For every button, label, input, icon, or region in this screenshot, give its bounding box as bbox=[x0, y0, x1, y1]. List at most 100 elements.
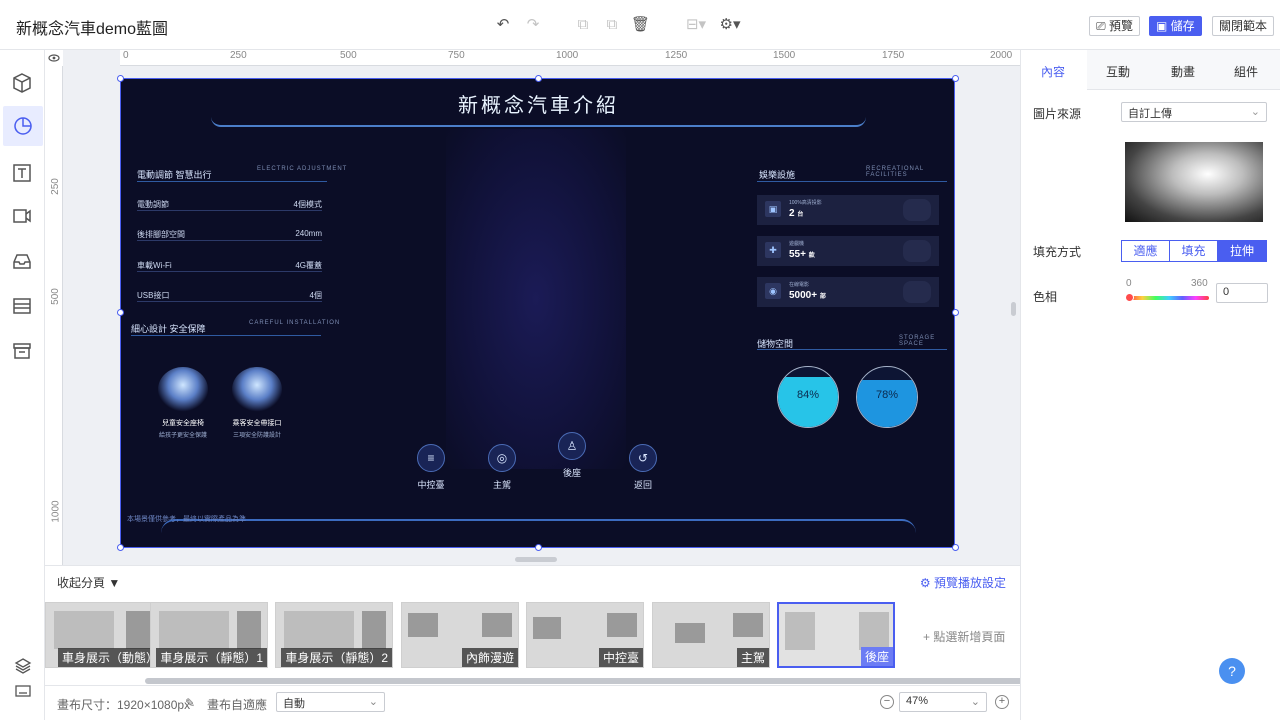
edit-size-icon[interactable]: ✎ bbox=[185, 696, 195, 710]
ruler-label: 750 bbox=[448, 50, 465, 61]
image-preview[interactable] bbox=[1125, 142, 1263, 222]
3d-model-icon[interactable] bbox=[11, 72, 33, 94]
resize-handle[interactable] bbox=[952, 544, 959, 551]
fill-option-stretch[interactable]: 拉伸 bbox=[1217, 240, 1267, 262]
preview-settings-link[interactable]: ⚙ 預覽播放設定 bbox=[920, 574, 1006, 591]
left-rail: ▸ bbox=[0, 50, 54, 720]
layers-icon[interactable] bbox=[14, 657, 32, 675]
copy-icon[interactable]: ⧉ bbox=[574, 16, 592, 34]
pages-strip: 收起分頁 ▼ ⚙ 預覽播放設定 車身展示（動態） 車身展示（靜態）1 車身展示（… bbox=[45, 565, 1045, 685]
fill-option-fit[interactable]: 適應 bbox=[1121, 240, 1170, 262]
nav-driver[interactable]: ◎ 主駕 bbox=[479, 444, 525, 491]
facility-card: ▣ 100%高清投影 2 台 bbox=[757, 195, 939, 225]
eye-icon[interactable] bbox=[45, 50, 63, 66]
page-thumb[interactable]: 車身展示（動態） bbox=[45, 602, 163, 668]
title-frame bbox=[211, 117, 866, 127]
ruler-left: 250 500 1000 bbox=[45, 66, 63, 565]
storage-gauge: 84% bbox=[777, 366, 839, 428]
ruler-label: 250 bbox=[230, 50, 247, 61]
page-thumb[interactable]: 車身展示（靜態）1 bbox=[150, 602, 268, 668]
facility-ghost-icon bbox=[903, 199, 931, 221]
delete-icon[interactable]: 🗑 bbox=[631, 16, 650, 34]
resize-handle[interactable] bbox=[117, 544, 124, 551]
section-sub-careful: CAREFUL INSTALLATION bbox=[249, 320, 341, 326]
resize-handle[interactable] bbox=[952, 309, 959, 316]
resize-handle[interactable] bbox=[952, 75, 959, 82]
chart-icon[interactable] bbox=[3, 106, 43, 146]
ruler-label: 500 bbox=[340, 50, 357, 61]
tab-content[interactable]: 內容 bbox=[1041, 63, 1065, 80]
canvas-scrollbar-horizontal[interactable] bbox=[515, 557, 557, 562]
film-icon: ◉ bbox=[765, 283, 781, 299]
resize-handle[interactable] bbox=[117, 309, 124, 316]
close-template-button[interactable]: 關閉範本 bbox=[1212, 16, 1275, 36]
storage-fill bbox=[778, 376, 838, 427]
image-source-label: 圖片來源 bbox=[1033, 107, 1082, 121]
tab-interaction[interactable]: 互動 bbox=[1106, 63, 1130, 80]
text-icon[interactable] bbox=[11, 162, 33, 184]
adapt-select[interactable]: 自動 ⌄ bbox=[276, 692, 385, 712]
paste-icon[interactable]: ⧉ bbox=[603, 16, 621, 34]
section-line bbox=[757, 181, 947, 182]
ruler-label: 250 bbox=[49, 178, 61, 195]
nav-center-console[interactable]: ≡ 中控臺 bbox=[408, 444, 454, 491]
hue-slider-handle[interactable] bbox=[1125, 293, 1134, 302]
zoom-in-icon[interactable]: + bbox=[995, 695, 1009, 709]
fill-option-fill[interactable]: 填充 bbox=[1169, 240, 1218, 262]
ruler-label: 500 bbox=[49, 288, 61, 305]
page-thumb[interactable]: 車身展示（靜態）2 bbox=[275, 602, 393, 668]
hue-input[interactable]: 0 bbox=[1216, 283, 1268, 303]
layer-icon[interactable]: ⚙▾ bbox=[718, 16, 742, 34]
storage-fill bbox=[857, 380, 917, 427]
seat-item: 兒童安全座椅 給孩子更安全保護 bbox=[143, 367, 223, 439]
hue-slider[interactable] bbox=[1129, 296, 1209, 300]
save-button[interactable]: ▣ 儲存 bbox=[1149, 16, 1202, 36]
ruler-corner bbox=[45, 50, 63, 66]
ruler-label: 1000 bbox=[556, 50, 579, 61]
archive-icon[interactable] bbox=[11, 340, 33, 362]
help-button[interactable]: ? bbox=[1219, 658, 1245, 684]
tab-animation[interactable]: 動畫 bbox=[1171, 63, 1195, 80]
collapse-pages-button[interactable]: 收起分頁 ▼ bbox=[57, 574, 120, 591]
design-stage[interactable]: 新概念汽車介紹 電動調節 智慧出行 ELECTRIC ADJUSTMENT 電動… bbox=[120, 78, 955, 548]
ruler-label: 1750 bbox=[882, 50, 905, 61]
section-title-careful: 細心設計 安全保障 bbox=[131, 324, 206, 334]
align-icon[interactable]: ⊟▾ bbox=[684, 16, 708, 34]
resize-handle[interactable] bbox=[117, 75, 124, 82]
pages-scrollbar[interactable] bbox=[145, 678, 1045, 684]
page-thumb[interactable]: 中控臺 bbox=[526, 602, 644, 668]
resize-handle[interactable] bbox=[535, 544, 542, 551]
seatbelt-icon bbox=[232, 367, 282, 412]
zoom-select[interactable]: 47% ⌄ bbox=[899, 692, 987, 712]
resize-handle[interactable] bbox=[535, 75, 542, 82]
keyboard-icon[interactable] bbox=[14, 682, 32, 700]
section-sub-electric: ELECTRIC ADJUSTMENT bbox=[257, 166, 348, 172]
spec-row: 車載Wi-Fi 4G覆蓋 bbox=[137, 261, 322, 272]
bottom-frame bbox=[161, 519, 916, 533]
nav-back[interactable]: ↺ 返回 bbox=[620, 444, 666, 491]
nav-rear-seat[interactable]: ♙ 後座 bbox=[549, 432, 595, 479]
inbox-icon[interactable] bbox=[11, 250, 33, 272]
zoom-out-icon[interactable]: − bbox=[880, 695, 894, 709]
add-page-button[interactable]: + 點選新增頁面 bbox=[923, 628, 1005, 645]
section-line bbox=[137, 181, 327, 182]
video-icon[interactable] bbox=[11, 205, 33, 227]
table-icon[interactable] bbox=[11, 295, 33, 317]
page-thumb[interactable]: 內飾漫遊 bbox=[401, 602, 519, 668]
seat-item: 乘客安全帶接口 三項安全防護設計 bbox=[217, 367, 297, 439]
page-thumb[interactable]: 主駕 bbox=[652, 602, 770, 668]
image-source-select[interactable]: 自訂上傳 ⌄ bbox=[1121, 102, 1267, 122]
caret-down-icon: ▼ bbox=[108, 576, 121, 590]
redo-icon[interactable]: ↷ bbox=[524, 16, 542, 34]
preview-button[interactable]: ⎚ 預覽 bbox=[1089, 16, 1140, 36]
ruler-label: 1500 bbox=[773, 50, 796, 61]
facility-ghost-icon bbox=[903, 240, 931, 262]
page-thumb-active[interactable]: 後座 bbox=[777, 602, 895, 668]
chevron-down-icon: ⌄ bbox=[970, 696, 980, 708]
section-title-electric: 電動調節 智慧出行 bbox=[137, 170, 212, 180]
storage-gauge: 78% bbox=[856, 366, 918, 428]
tab-component[interactable]: 組件 bbox=[1234, 63, 1258, 80]
spec-row: 後排腳部空間 240mm bbox=[137, 229, 322, 241]
undo-icon[interactable]: ↶ bbox=[494, 16, 512, 34]
canvas-scrollbar-vertical[interactable] bbox=[1011, 302, 1016, 316]
